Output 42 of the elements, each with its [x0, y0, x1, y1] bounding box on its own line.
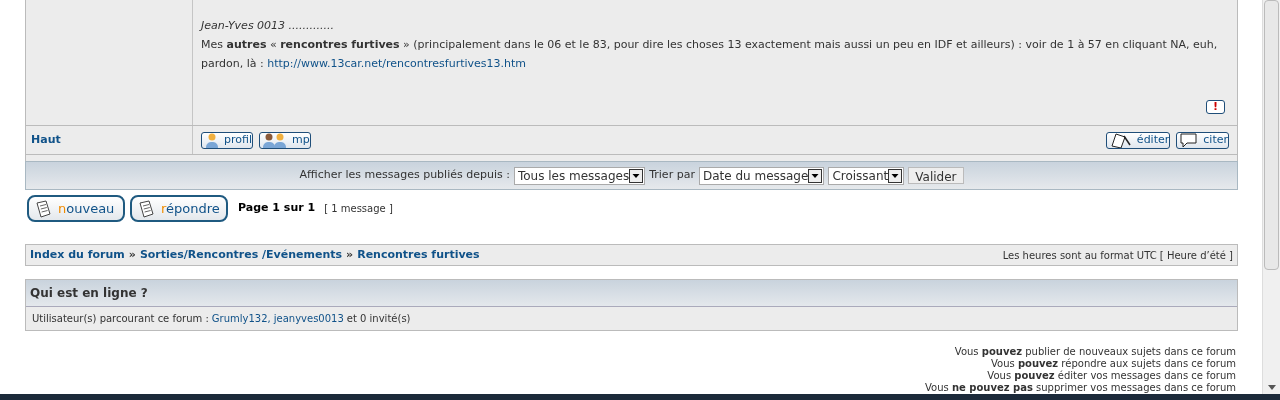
report-button[interactable]: ! [1206, 100, 1225, 115]
dropdown[interactable]: Tous les messages [513, 166, 646, 185]
action-button[interactable]: nouveau [27, 195, 125, 223]
top-link[interactable]: Haut [31, 132, 61, 149]
document-icon [34, 199, 52, 218]
permission-text: Vous ne pouvez pas supprimer vos messages dans ce forum [924, 382, 1236, 394]
dropdown[interactable]: Date du message [698, 166, 825, 185]
user-link[interactable]: jeanyves0013 [273, 311, 344, 326]
online-suffix: et 0 invité(s) [346, 312, 411, 326]
permission-text: Vous pouvez répondre aux sujets dans ce forum [991, 358, 1236, 370]
post-link[interactable]: http://www.13car.net/rencontresfurtives13.htm [267, 57, 527, 70]
online-prefix: Utilisateur(s) parcourant ce forum : [32, 312, 209, 326]
quote-button[interactable]: citer [1176, 131, 1229, 149]
post-text: Mes autres « rencontres furtives » (principalement dans le 06 et le 83, pour dire les choses 13 exactement mais aussi un peu en IDF et ailleurs) : voir de 1 à 57 en cliquant NA, euh, pardon, là : http://www.13car.net/rencontresfurtives13.htm [201, 37, 1219, 72]
breadcrumb-link[interactable]: Sorties/Rencontres /Evénements [139, 246, 343, 264]
profile-button[interactable]: profil [201, 131, 253, 149]
submit-button[interactable]: Valider [908, 167, 964, 185]
permission-text: Vous pouvez publier de nouveaux sujets dans ce forum [954, 346, 1236, 358]
filter-label: Afficher les messages publiés depuis : [299, 167, 510, 184]
separator-text: » [128, 246, 136, 263]
pm-button[interactable]: mp [259, 131, 311, 149]
separator-text: » [346, 246, 354, 263]
online-header: Qui est en ligne ? [26, 280, 1237, 306]
dropdown[interactable]: Croissant [828, 166, 905, 185]
permission-text: Vous pouvez éditer vos messages dans ce forum [987, 370, 1236, 382]
scroll-down-icon[interactable] [1267, 385, 1276, 390]
person-icon [204, 132, 220, 149]
breadcrumb-link[interactable]: Index du forum [30, 246, 125, 264]
pencil-note-icon [1108, 132, 1133, 149]
user-link[interactable]: Grumly132, [211, 311, 271, 326]
speech-bubble-icon [1179, 132, 1200, 149]
pagination-text: Page 1 sur 1 [238, 200, 316, 217]
document-icon [137, 199, 155, 218]
action-button[interactable]: répondre [130, 195, 228, 223]
signature-title: Jean-Yves 0013 ............. [201, 18, 336, 34]
timezone-text: Les heures sont au format UTC [ Heure d’été ] [1002, 248, 1233, 263]
sort-label: Trier par [649, 167, 695, 184]
breadcrumb-link[interactable]: Rencontres furtives [357, 246, 480, 264]
message-count: [ 1 message ] [324, 202, 393, 217]
two-people-icon [262, 132, 288, 149]
scrollbar[interactable] [1262, 0, 1280, 394]
scrollbar-thumb[interactable] [1264, 0, 1279, 270]
